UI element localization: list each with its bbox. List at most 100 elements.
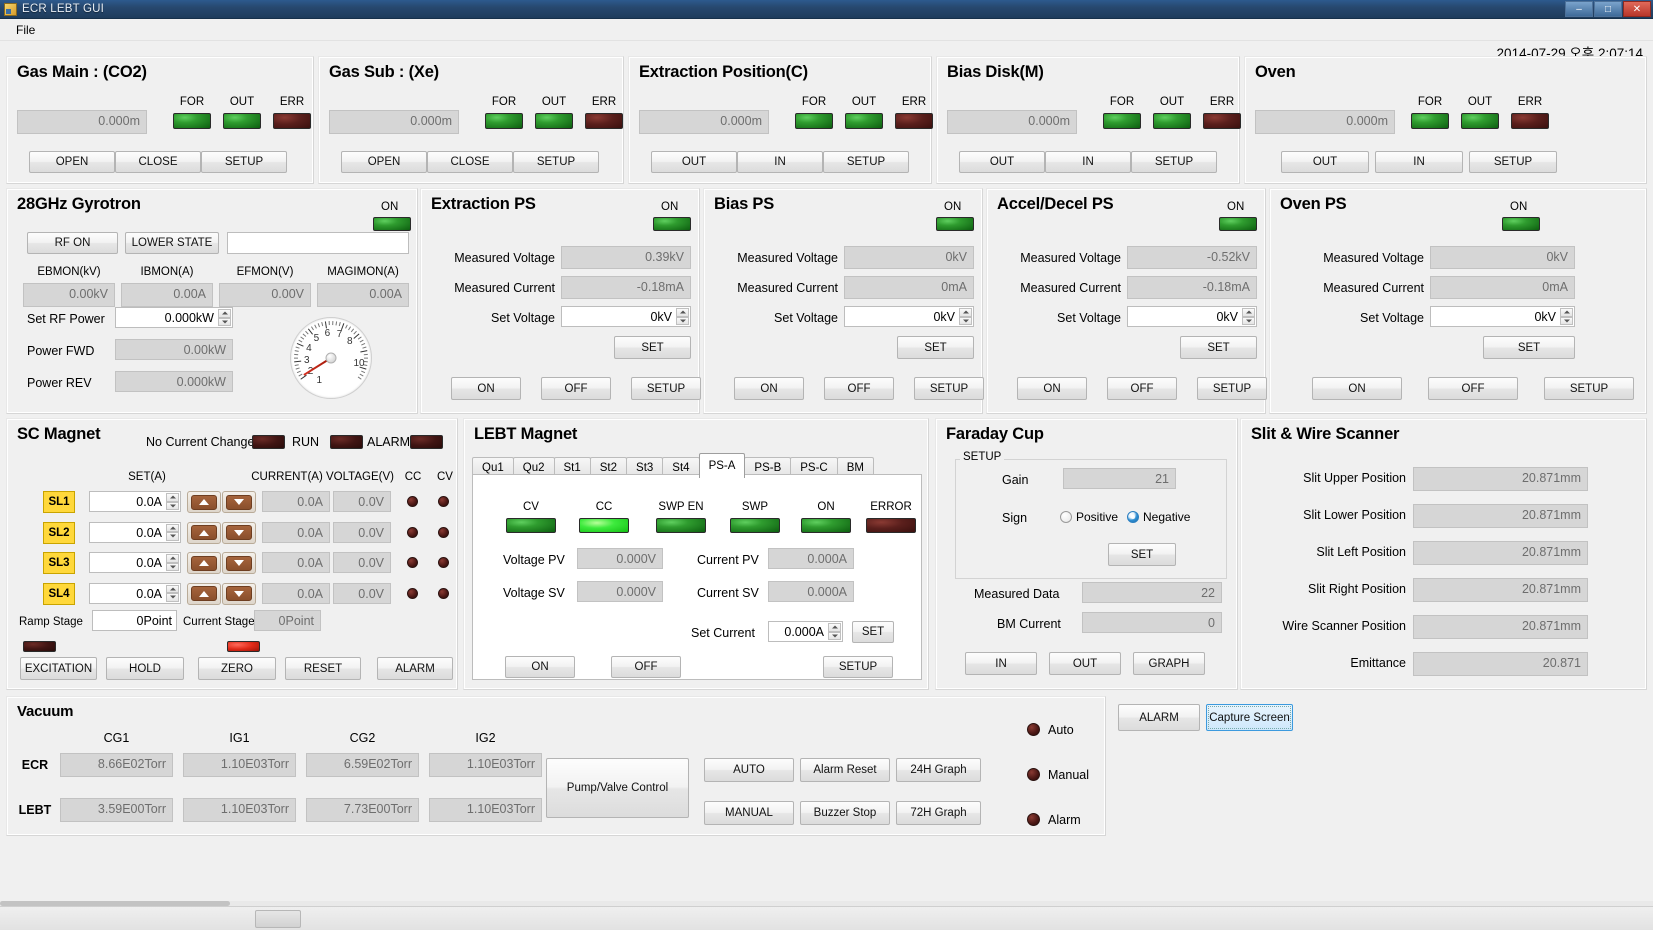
sc-set-input-0[interactable]: 0.0A <box>89 491 181 512</box>
faraday-graph-button[interactable]: GRAPH <box>1133 652 1205 675</box>
sc-increase-button-3[interactable] <box>187 582 221 605</box>
sc-set-spinner-3[interactable] <box>166 584 179 602</box>
ps-sv-input-2[interactable]: 0kV <box>1127 306 1257 327</box>
gas-button-2-2[interactable]: SETUP <box>823 151 909 173</box>
lebt-setup-button[interactable]: SETUP <box>823 656 893 678</box>
gas-button-1-1[interactable]: CLOSE <box>427 151 513 173</box>
faraday-out-button[interactable]: OUT <box>1049 652 1121 675</box>
ps-sv-input-1[interactable]: 0kV <box>844 306 974 327</box>
ps-set-button-2[interactable]: SET <box>1180 336 1257 359</box>
lebt-tab-ps-a[interactable]: PS-A <box>698 453 746 478</box>
taskbar-item[interactable] <box>255 910 301 928</box>
gas-button-2-0[interactable]: OUT <box>651 151 737 173</box>
gas-button-2-1[interactable]: IN <box>737 151 823 173</box>
gyrotron-status-field[interactable] <box>227 232 409 254</box>
ps-button-1-1[interactable]: OFF <box>824 377 894 400</box>
gas-button-3-0[interactable]: OUT <box>959 151 1045 173</box>
ps-sv-spinner-2[interactable] <box>1242 308 1255 325</box>
sc-increase-button-0[interactable] <box>187 491 221 513</box>
set-rf-power-input[interactable]: 0.000kW <box>115 307 233 328</box>
faraday-in-button[interactable]: IN <box>965 652 1037 675</box>
gas-button-4-2[interactable]: SETUP <box>1469 151 1557 173</box>
sc-increase-button-2[interactable] <box>187 552 221 574</box>
sc-set-input-3[interactable]: 0.0A <box>89 582 181 604</box>
ramp-stage-input[interactable]: 0Point <box>92 610 177 631</box>
ps-on-label-2: ON <box>1227 201 1245 213</box>
alarm-reset-button[interactable]: Alarm Reset <box>800 758 890 782</box>
sc-set-spinner-2[interactable] <box>166 554 179 571</box>
set-current-label: Set Current <box>691 626 755 640</box>
ps-button-0-0[interactable]: ON <box>451 377 521 400</box>
pump-valve-control-button[interactable]: Pump/Valve Control <box>546 758 689 818</box>
gas-button-3-2[interactable]: SETUP <box>1131 151 1217 173</box>
buzzer-stop-button[interactable]: Buzzer Stop <box>800 801 890 825</box>
gas-button-0-0[interactable]: OPEN <box>29 151 115 173</box>
sc-decrease-button-2[interactable] <box>222 552 256 574</box>
sc-decrease-button-1[interactable] <box>222 521 256 544</box>
ps-sv-input-0[interactable]: 0kV <box>561 306 691 327</box>
vacuum-manual-button[interactable]: MANUAL <box>704 801 794 825</box>
ps-button-1-2[interactable]: SETUP <box>914 377 984 400</box>
sign-radio-negative[interactable]: Negative <box>1127 510 1190 524</box>
gas-button-1-0[interactable]: OPEN <box>341 151 427 173</box>
ps-sv-spinner-1[interactable] <box>959 308 972 325</box>
sc-decrease-button-0[interactable] <box>222 491 256 513</box>
ps-set-button-1[interactable]: SET <box>897 336 974 359</box>
sc-button-alarm[interactable]: ALARM <box>377 657 453 680</box>
sc-set-spinner-0[interactable] <box>166 493 179 510</box>
ps-button-2-1[interactable]: OFF <box>1107 377 1177 400</box>
ps-set-button-0[interactable]: SET <box>614 336 691 359</box>
global-alarm-button[interactable]: ALARM <box>1118 704 1200 731</box>
gas-button-4-1[interactable]: IN <box>1375 151 1463 173</box>
maximize-icon[interactable]: □ <box>1594 1 1622 17</box>
ps-button-2-2[interactable]: SETUP <box>1197 377 1267 400</box>
ps-button-3-2[interactable]: SETUP <box>1544 377 1634 400</box>
lebt-set-button[interactable]: SET <box>852 621 894 643</box>
set-rf-power-spinner[interactable] <box>218 309 231 326</box>
sc-button-zero[interactable]: ZERO <box>198 657 276 680</box>
gas-button-1-2[interactable]: SETUP <box>513 151 599 173</box>
rf-on-button[interactable]: RF ON <box>27 232 118 254</box>
gas-button-3-1[interactable]: IN <box>1045 151 1131 173</box>
ps-button-1-0[interactable]: ON <box>734 377 804 400</box>
ps-set-button-3[interactable]: SET <box>1483 336 1575 359</box>
set-current-input[interactable]: 0.000A <box>768 621 843 642</box>
ps-button-0-1[interactable]: OFF <box>541 377 611 400</box>
sc-button-reset[interactable]: RESET <box>285 657 361 680</box>
ps-sv-input-3[interactable]: 0kV <box>1430 306 1575 327</box>
ps-button-3-0[interactable]: ON <box>1312 377 1402 400</box>
sc-set-input-2[interactable]: 0.0A <box>89 552 181 573</box>
ps-sv-spinner-3[interactable] <box>1560 308 1573 325</box>
set-current-spinner[interactable] <box>828 623 841 640</box>
vacuum-auto-button[interactable]: AUTO <box>704 758 794 782</box>
ps-sv-spinner-0[interactable] <box>676 308 689 325</box>
minimize-icon[interactable]: – <box>1565 1 1593 17</box>
gas-button-4-0[interactable]: OUT <box>1281 151 1369 173</box>
gauge-tick <box>363 353 368 356</box>
ps-button-2-0[interactable]: ON <box>1017 377 1087 400</box>
sc-increase-button-1[interactable] <box>187 521 221 544</box>
capture-screen-button[interactable]: Capture Screen <box>1206 704 1293 731</box>
sc-set-spinner-1[interactable] <box>166 523 179 541</box>
faraday-set-button[interactable]: SET <box>1108 543 1176 566</box>
ps-button-0-2[interactable]: SETUP <box>631 377 701 400</box>
ps-on-label-3: ON <box>1510 201 1528 213</box>
sc-button-excitation[interactable]: EXCITATION <box>20 657 97 680</box>
menu-item-file[interactable]: File <box>10 21 41 39</box>
graph-24h-button[interactable]: 24H Graph <box>896 758 981 782</box>
close-icon[interactable]: ✕ <box>1623 1 1651 17</box>
ps-button-3-1[interactable]: OFF <box>1428 377 1518 400</box>
sc-set-input-1[interactable]: 0.0A <box>89 521 181 543</box>
sc-button-hold[interactable]: HOLD <box>106 657 184 680</box>
sc-set-value-3: 0.0A <box>136 586 162 601</box>
graph-72h-button[interactable]: 72H Graph <box>896 801 981 825</box>
lebt-on-button[interactable]: ON <box>505 656 575 678</box>
sc-decrease-button-3[interactable] <box>222 582 256 605</box>
lower-state-button[interactable]: LOWER STATE <box>125 232 219 254</box>
sign-radio-positive[interactable]: Positive <box>1060 510 1118 524</box>
sc-voltage-value-1: 0.0V <box>333 521 391 543</box>
lebt-off-button[interactable]: OFF <box>611 656 681 678</box>
gas-button-0-2[interactable]: SETUP <box>201 151 287 173</box>
gas-panel-title-4: Oven <box>1255 63 1296 81</box>
gas-button-0-1[interactable]: CLOSE <box>115 151 201 173</box>
